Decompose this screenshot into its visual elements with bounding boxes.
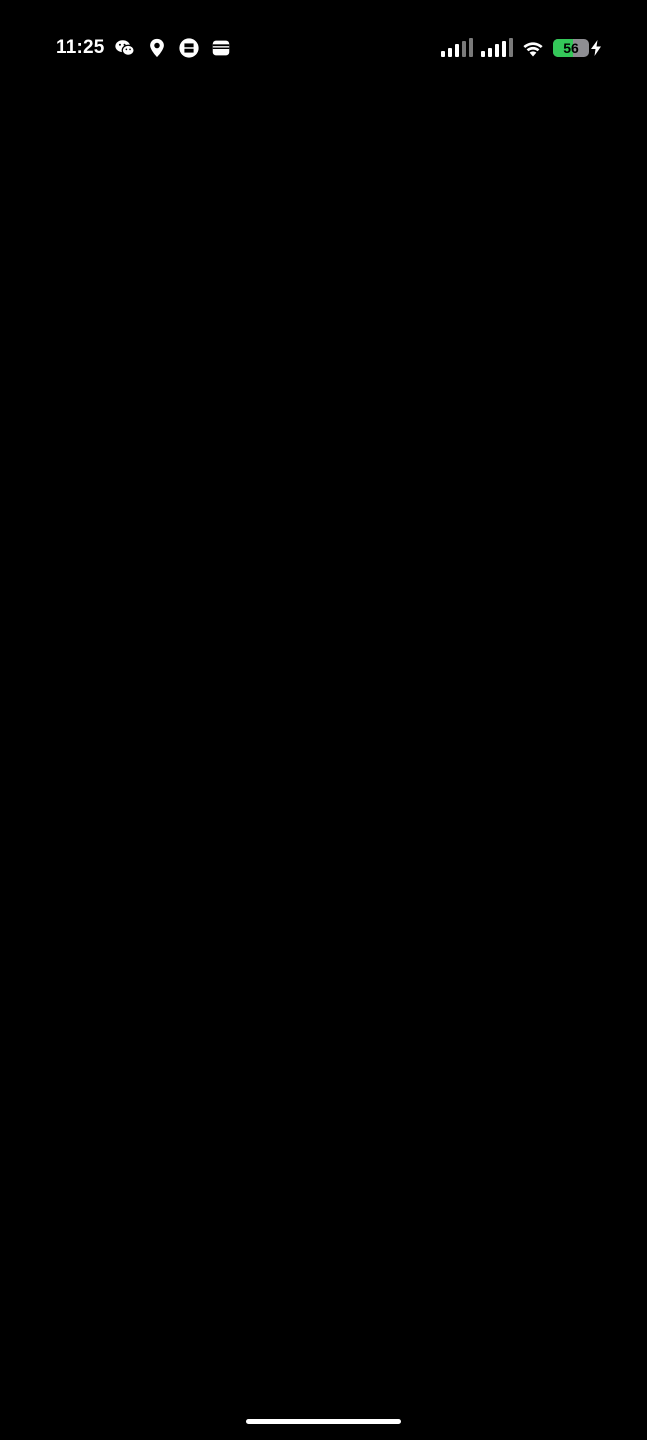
- notification-icons: [114, 37, 242, 59]
- home-indicator[interactable]: [246, 1419, 401, 1424]
- cellular-signal-icon: [441, 38, 473, 57]
- amex-icon: [179, 38, 199, 58]
- status-bar: 11:25 56: [0, 0, 647, 96]
- system-icons: 56: [440, 36, 602, 60]
- charging-bolt-icon: [591, 40, 601, 56]
- location-pin-icon: [150, 38, 164, 58]
- cellular-signal-icon: [481, 38, 513, 57]
- wifi-icon: [523, 42, 543, 57]
- status-time: 11:25: [56, 37, 105, 58]
- wechat-icon: [115, 40, 135, 56]
- battery-level-text: 56: [563, 40, 579, 56]
- wallet-icon: [212, 40, 230, 56]
- battery-icon: 56: [553, 39, 589, 57]
